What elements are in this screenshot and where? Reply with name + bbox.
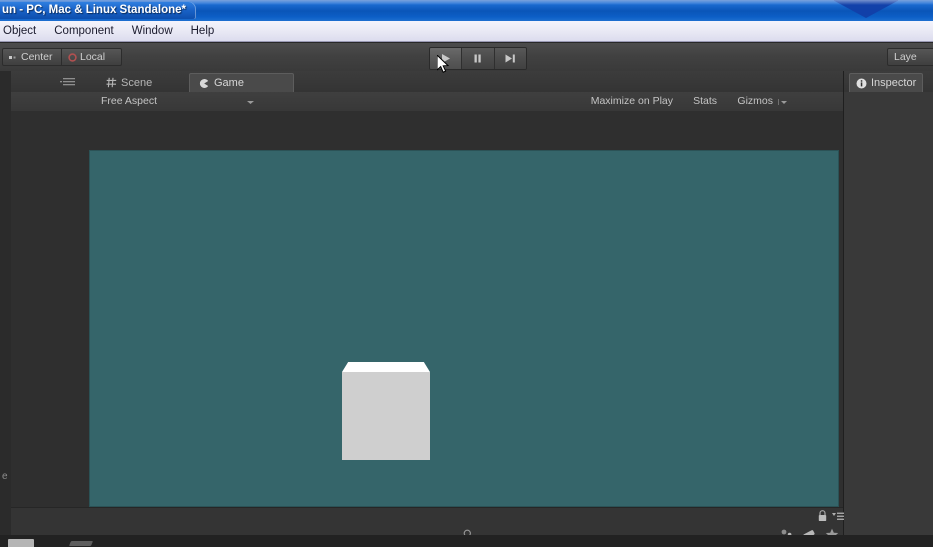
info-icon: [856, 78, 867, 89]
game-viewport[interactable]: [89, 150, 839, 507]
pause-icon: [474, 54, 482, 63]
game-view-toolbar: Free Aspect Maximize on Play Stats Gizmo…: [11, 92, 843, 112]
menu-component[interactable]: Component: [45, 23, 122, 39]
game-view-dock: Scene Game Free Aspect Maximize on Play …: [11, 71, 849, 547]
sliver-item-b: [68, 541, 94, 546]
tab-scene-label: Scene: [121, 76, 153, 89]
pivot-center-icon: [9, 53, 18, 62]
pivot-local-icon: [68, 52, 77, 62]
aspect-ratio-dropdown[interactable]: Free Aspect: [101, 94, 157, 109]
menu-bar: Object Component Window Help: [0, 21, 933, 42]
lock-icon[interactable]: [817, 510, 828, 522]
unity-toolbar: Center Local Laye: [0, 43, 933, 72]
pivot-rotation-label: Local: [80, 51, 106, 63]
sliver-item-a: [8, 539, 34, 547]
cube-top-face: [342, 362, 430, 372]
game-viewport-background: [11, 111, 843, 508]
left-gutter-label: e: [2, 471, 8, 482]
tab-inspector[interactable]: Inspector: [849, 73, 924, 92]
project-window-sliver: [0, 535, 933, 547]
inspector-tabstrip: Inspector: [844, 71, 933, 93]
playback-controls: [429, 47, 527, 70]
dock-menu-icon[interactable]: [60, 76, 82, 87]
editor-workspace: e Scene Game Free Aspect Maximize on Pla…: [0, 71, 933, 547]
inspector-body: [844, 92, 933, 547]
unity-editor-window: un - PC, Mac & Linux Standalone* Object …: [0, 0, 933, 547]
pivot-mode-label: Center: [21, 51, 53, 63]
game-icon: [199, 78, 210, 89]
window-title: un - PC, Mac & Linux Standalone*: [0, 2, 197, 19]
menu-object[interactable]: Object: [1, 23, 45, 39]
inspector-dock: Inspector: [844, 71, 933, 547]
stats-toggle[interactable]: Stats: [693, 94, 717, 109]
play-icon: [442, 54, 451, 63]
tab-scene[interactable]: Scene: [97, 73, 161, 92]
cube-front-face: [342, 372, 430, 460]
menu-window[interactable]: Window: [123, 23, 182, 39]
step-icon: [505, 54, 516, 63]
tab-game[interactable]: Game: [189, 73, 294, 92]
tab-inspector-label: Inspector: [871, 77, 917, 89]
step-button[interactable]: [494, 48, 526, 69]
game-object-cube: [342, 362, 430, 460]
pivot-rotation-button[interactable]: Local: [62, 48, 122, 66]
play-button[interactable]: [430, 48, 463, 69]
maximize-on-play-toggle[interactable]: Maximize on Play: [591, 94, 673, 109]
game-dock-tabstrip: Scene Game: [11, 71, 843, 93]
pause-button[interactable]: [462, 48, 495, 69]
layers-dropdown[interactable]: Laye: [887, 48, 933, 66]
scene-icon: [106, 77, 117, 88]
menu-help[interactable]: Help: [182, 23, 224, 39]
gizmos-toggle[interactable]: Gizmos: [737, 94, 773, 109]
os-title-bar: un - PC, Mac & Linux Standalone*: [0, 0, 933, 21]
tab-game-label: Game: [214, 77, 244, 89]
pivot-mode-button[interactable]: Center: [2, 48, 62, 66]
